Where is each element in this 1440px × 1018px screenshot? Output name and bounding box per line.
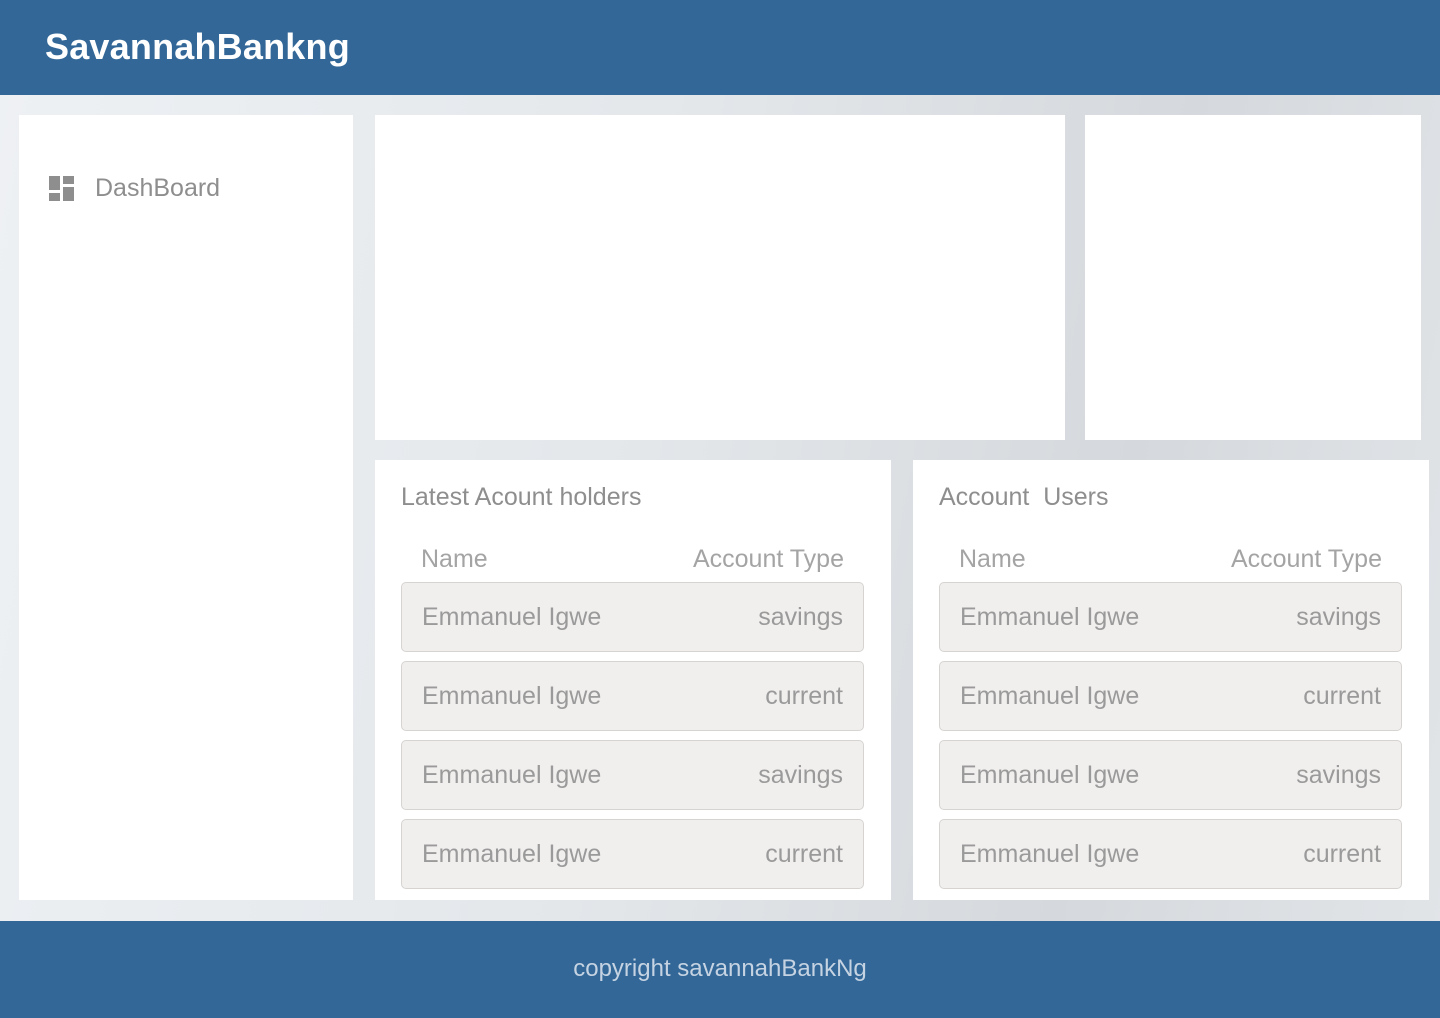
dashboard-icon [49,175,74,201]
column-header-name: Name [421,544,488,573]
row-account-type: current [765,839,843,868]
table-row[interactable]: Emmanuel Igwe current [939,661,1402,731]
copyright-text: copyright savannahBankNg [573,955,867,982]
sidebar: DashBoard [19,115,353,900]
table-row[interactable]: Emmanuel Igwe savings [401,582,864,652]
row-name: Emmanuel Igwe [422,760,602,789]
account-users-card: Account Users Name Account Type Emmanuel… [913,460,1429,900]
column-header-account-type: Account Type [1230,544,1382,573]
sidebar-item-label: DashBoard [95,173,221,202]
row-account-type: savings [1296,602,1381,631]
row-account-type: savings [758,602,843,631]
sidebar-item-dashboard[interactable]: DashBoard [49,173,220,203]
row-name: Emmanuel Igwe [960,602,1140,631]
brand-title[interactable]: SavannahBankng [45,26,350,68]
table-body: Emmanuel Igwe savings Emmanuel Igwe curr… [401,582,864,898]
row-account-type: current [765,681,843,710]
table-body: Emmanuel Igwe savings Emmanuel Igwe curr… [939,582,1402,898]
table-row[interactable]: Emmanuel Igwe savings [401,740,864,810]
row-account-type: savings [1296,760,1381,789]
summary-panel [1085,115,1421,440]
table-row[interactable]: Emmanuel Igwe savings [939,582,1402,652]
column-header-account-type: Account Type [692,544,844,573]
row-name: Emmanuel Igwe [960,681,1140,710]
row-account-type: savings [758,760,843,789]
card-title: Account Users [939,483,1109,511]
column-header-name: Name [959,544,1026,573]
row-account-type: current [1303,681,1381,710]
table-header: Name Account Type [939,544,1402,574]
row-name: Emmanuel Igwe [422,602,602,631]
row-account-type: current [1303,839,1381,868]
table-row[interactable]: Emmanuel Igwe current [939,819,1402,889]
table-header: Name Account Type [401,544,864,574]
table-row[interactable]: Emmanuel Igwe current [401,661,864,731]
app-header: SavannahBankng [0,0,1440,95]
row-name: Emmanuel Igwe [422,681,602,710]
overview-panel [375,115,1065,440]
card-title: Latest Acount holders [401,483,642,511]
latest-account-holders-card: Latest Acount holders Name Account Type … [375,460,891,900]
row-name: Emmanuel Igwe [960,760,1140,789]
app-footer: copyright savannahBankNg [0,921,1440,1018]
row-name: Emmanuel Igwe [960,839,1140,868]
row-name: Emmanuel Igwe [422,839,602,868]
table-row[interactable]: Emmanuel Igwe current [401,819,864,889]
table-row[interactable]: Emmanuel Igwe savings [939,740,1402,810]
